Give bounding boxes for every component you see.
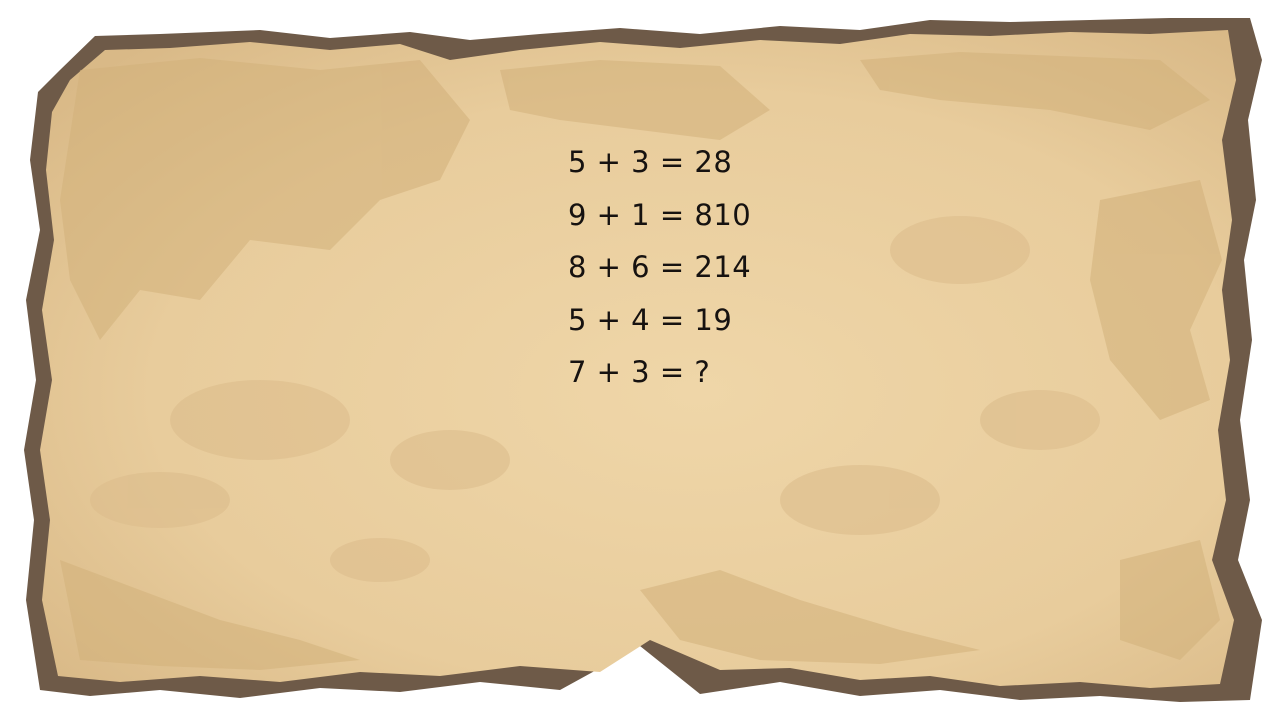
equation-line: 9 + 1 = 810 <box>568 197 752 232</box>
equation-list: 5 + 3 = 28 9 + 1 = 810 8 + 6 = 214 5 + 4… <box>568 140 751 403</box>
equation-line: 8 + 6 = 214 <box>568 250 752 284</box>
question-line: 7 + 3 = ? <box>568 355 711 389</box>
equation-line: 5 + 4 = 19 <box>568 302 733 337</box>
puzzle-canvas: 5 + 3 = 28 9 + 1 = 810 8 + 6 = 214 5 + 4… <box>0 0 1280 720</box>
equation-line: 5 + 3 = 28 <box>568 145 733 179</box>
